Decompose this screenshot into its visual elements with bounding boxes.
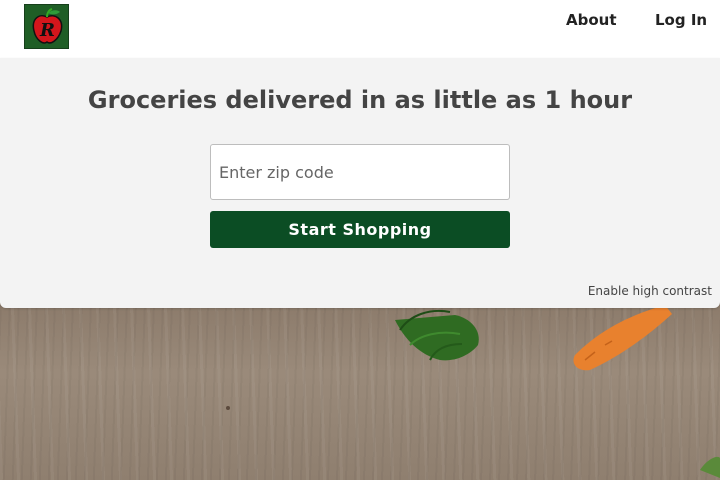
hero-panel: Groceries delivered in as little as 1 ho… <box>0 58 720 308</box>
wood-background <box>0 300 720 480</box>
page-title: Groceries delivered in as little as 1 ho… <box>87 86 633 114</box>
wood-knot <box>226 406 230 410</box>
nav-about-link[interactable]: About <box>566 11 617 29</box>
zip-code-input[interactable] <box>210 144 510 200</box>
enable-high-contrast-link[interactable]: Enable high contrast <box>588 284 712 298</box>
parsley-icon <box>395 310 479 361</box>
leaf-icon <box>700 456 720 478</box>
nav-login-link[interactable]: Log In <box>655 11 707 29</box>
carrot-icon <box>573 305 672 371</box>
site-header: R About Log In <box>0 0 720 58</box>
apple-logo-icon: R <box>25 5 68 48</box>
start-shopping-button[interactable]: Start Shopping <box>210 211 510 248</box>
store-logo[interactable]: R <box>24 4 69 49</box>
svg-text:R: R <box>39 20 55 41</box>
produce-decoration <box>226 305 720 478</box>
